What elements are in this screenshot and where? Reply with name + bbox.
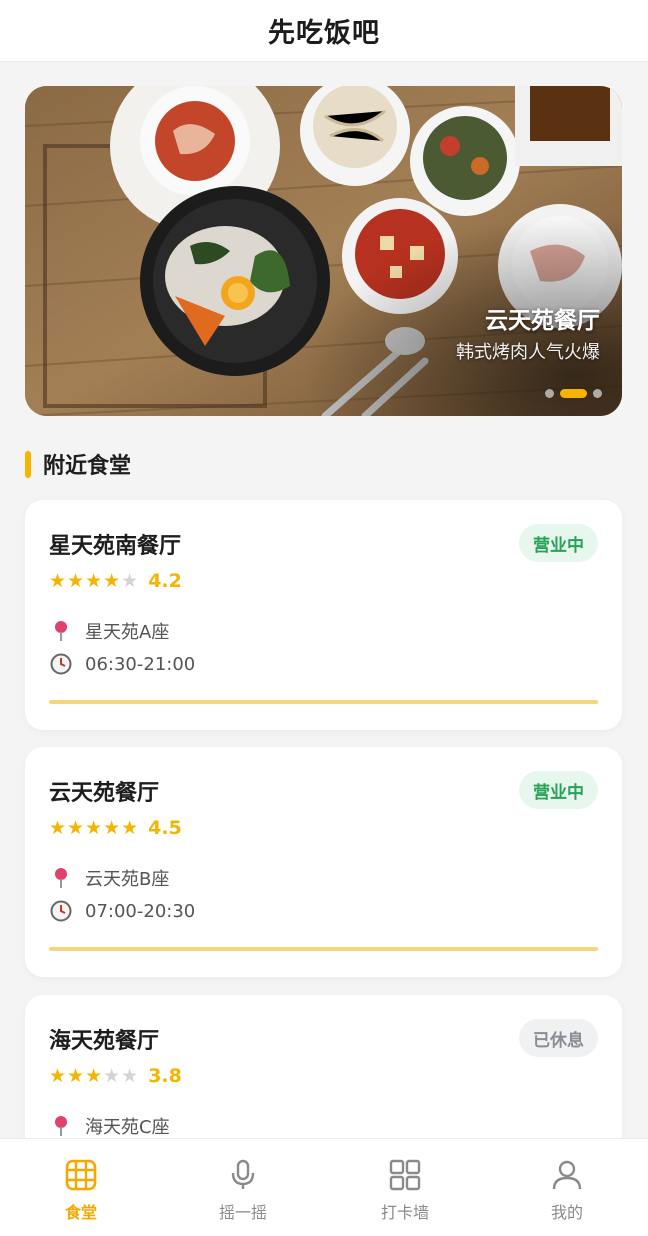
bottom-tab-bar: 食堂 摇一摇 打卡墙 我的	[0, 1138, 648, 1236]
carousel-dot-active[interactable]	[560, 389, 587, 398]
location-text: 云天苑B座	[85, 869, 170, 890]
restaurant-name: 星天苑南餐厅	[49, 534, 182, 559]
tab-canteen[interactable]: 食堂	[0, 1139, 162, 1236]
location-text: 海天苑C座	[85, 1117, 170, 1138]
tab-shake[interactable]: 摇一摇	[162, 1139, 324, 1236]
rating-score: 4.2	[148, 570, 182, 592]
rating-row: ★★★★★ 4.5	[49, 817, 182, 839]
rating-score: 4.5	[148, 817, 182, 839]
card-divider-bar	[49, 700, 598, 704]
section-accent-bar	[25, 450, 31, 478]
stars-filled: ★★★	[49, 1065, 104, 1087]
section-header-nearby: 附近食堂	[25, 449, 131, 479]
carousel-indicator	[545, 389, 602, 398]
status-badge: 营业中	[519, 524, 598, 562]
rating-stars: ★★★★★	[49, 817, 139, 839]
stars-empty: ★	[121, 570, 140, 592]
restaurant-name: 云天苑餐厅	[49, 781, 160, 806]
microphone-icon	[227, 1159, 259, 1195]
location-row: 星天苑A座	[49, 618, 169, 644]
rating-row: ★★★★★ 4.2	[49, 570, 182, 592]
restaurant-card[interactable]: 星天苑南餐厅 营业中 ★★★★★ 4.2 星天苑A座 06:30-21:00	[25, 500, 622, 730]
stars-filled: ★★★★★	[49, 817, 140, 839]
rating-row: ★★★★★ 3.8	[49, 1065, 182, 1087]
location-pin-icon	[49, 1114, 73, 1138]
location-pin-icon	[49, 619, 73, 643]
user-icon	[551, 1159, 583, 1195]
stars-empty: ★★	[103, 1065, 140, 1087]
page-title: 先吃饭吧	[268, 18, 380, 49]
location-pin-icon	[49, 866, 73, 890]
hours-text: 06:30-21:00	[85, 653, 196, 675]
section-title: 附近食堂	[43, 454, 132, 479]
top-navbar: 先吃饭吧	[0, 0, 648, 62]
card-divider-bar	[49, 947, 598, 951]
location-text: 星天苑A座	[85, 622, 170, 643]
tab-label: 我的	[550, 1203, 583, 1222]
hours-row: 07:00-20:30	[49, 899, 195, 923]
restaurant-card[interactable]: 云天苑餐厅 营业中 ★★★★★ 4.5 云天苑B座 07:00-20:30	[25, 747, 622, 977]
clock-icon	[49, 652, 73, 676]
restaurant-name: 海天苑餐厅	[49, 1029, 160, 1054]
status-badge: 已休息	[519, 1019, 598, 1057]
stars-filled: ★★★★	[49, 570, 122, 592]
hours-text: 07:00-20:30	[85, 900, 196, 922]
rating-stars: ★★★★★	[49, 570, 139, 592]
canteen-grid-icon	[65, 1159, 97, 1195]
location-row: 海天苑C座	[49, 1113, 170, 1139]
status-badge: 营业中	[519, 771, 598, 809]
carousel-dot[interactable]	[593, 389, 602, 398]
banner-title: 云天苑餐厅	[485, 308, 600, 334]
hours-row: 06:30-21:00	[49, 652, 195, 676]
tab-mine[interactable]: 我的	[486, 1139, 648, 1236]
banner-subtitle: 韩式烤肉人气火爆	[456, 342, 600, 363]
tab-label: 打卡墙	[380, 1203, 429, 1222]
rating-stars: ★★★★★	[49, 1065, 139, 1087]
clock-icon	[49, 899, 73, 923]
banner-carousel[interactable]: 云天苑餐厅 韩式烤肉人气火爆	[25, 86, 622, 416]
tab-checkin-wall[interactable]: 打卡墙	[324, 1139, 486, 1236]
grid-icon	[389, 1159, 421, 1195]
rating-score: 3.8	[148, 1065, 182, 1087]
tab-label: 摇一摇	[218, 1203, 267, 1222]
carousel-dot[interactable]	[545, 389, 554, 398]
tab-label: 食堂	[64, 1203, 97, 1222]
location-row: 云天苑B座	[49, 865, 169, 891]
